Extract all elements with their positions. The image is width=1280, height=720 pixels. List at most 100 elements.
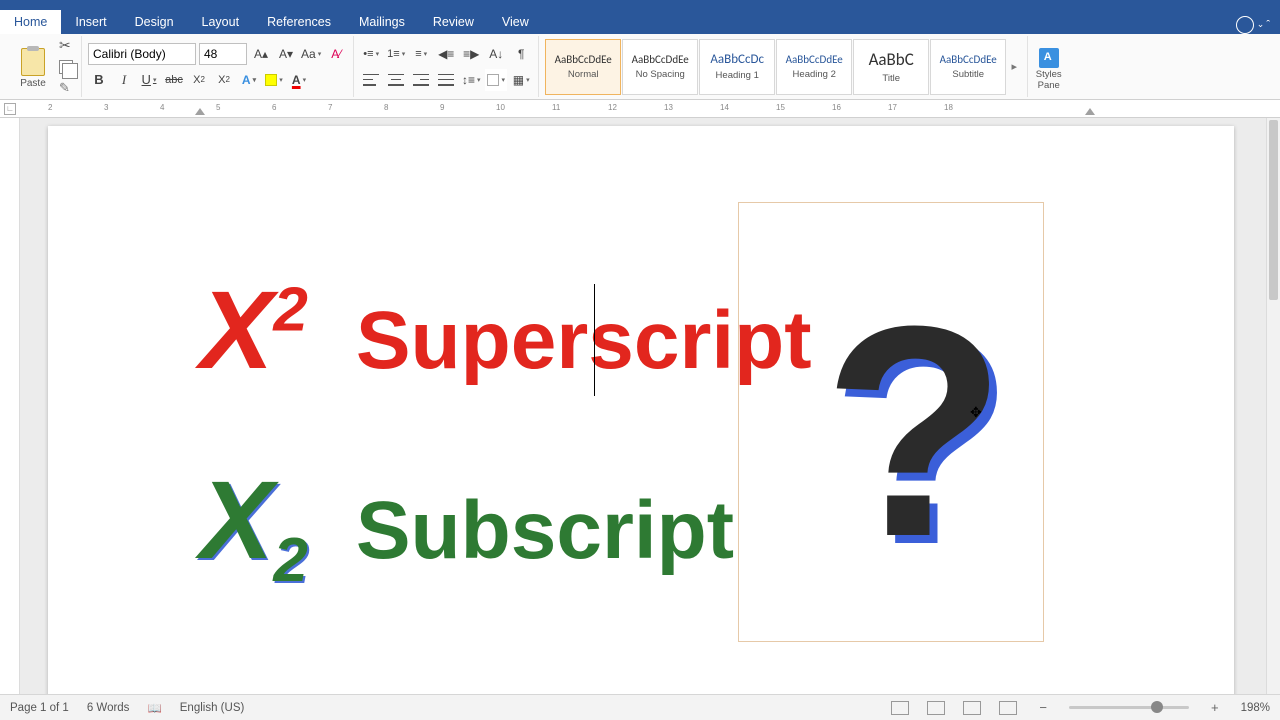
ruler-tick: 2 <box>48 103 52 112</box>
superscript-label: Superscript <box>356 294 812 388</box>
tab-references[interactable]: References <box>253 10 345 34</box>
tab-review[interactable]: Review <box>419 10 488 34</box>
paste-label: Paste <box>20 78 46 89</box>
zoom-level[interactable]: 198% <box>1241 702 1270 714</box>
tab-design[interactable]: Design <box>121 10 188 34</box>
shading-button[interactable] <box>485 69 507 91</box>
styles-pane-button[interactable]: Styles Pane <box>1027 36 1069 97</box>
x-subscript-sample: X2 <box>200 466 308 592</box>
vertical-ruler[interactable] <box>0 118 20 694</box>
group-clipboard: Paste ✂ ✎ <box>6 36 82 97</box>
styles-pane-icon <box>1039 48 1059 68</box>
clear-formatting-button[interactable]: A⁄ <box>325 43 347 65</box>
tab-insert[interactable]: Insert <box>61 10 120 34</box>
style-normal[interactable]: AaBbCcDdEeNormal <box>545 39 621 95</box>
ruler-tick: 14 <box>720 103 729 112</box>
ruler-tick: 5 <box>216 103 220 112</box>
grow-font-button[interactable]: A▴ <box>250 43 272 65</box>
highlight-button[interactable] <box>263 69 285 91</box>
clipboard-icon <box>21 48 45 76</box>
style-heading-2[interactable]: AaBbCcDdEeHeading 2 <box>776 39 852 95</box>
borders-button[interactable]: ▦ <box>510 69 532 91</box>
scrollbar-thumb[interactable] <box>1269 120 1278 300</box>
shrink-font-button[interactable]: A▾ <box>275 43 297 65</box>
zoom-slider-thumb[interactable] <box>1151 701 1163 713</box>
styles-more-button[interactable]: ▸ <box>1007 60 1021 73</box>
text-effects-button[interactable]: A <box>238 69 260 91</box>
move-cursor-icon: ✥ <box>970 404 982 421</box>
multilevel-button[interactable]: ≡ <box>410 43 432 65</box>
sort-button[interactable]: A↓ <box>485 43 507 65</box>
feedback-icon[interactable] <box>1236 16 1254 34</box>
group-font: A▴ A▾ Aa A⁄ B I U abc X2 X2 A A <box>82 36 354 97</box>
copy-icon[interactable] <box>59 60 73 74</box>
bold-button[interactable]: B <box>88 69 110 91</box>
italic-button[interactable]: I <box>113 69 135 91</box>
cut-icon[interactable]: ✂ <box>59 37 73 54</box>
format-painter-icon[interactable]: ✎ <box>59 80 73 96</box>
justify-button[interactable] <box>435 69 457 91</box>
strikethrough-button[interactable]: abc <box>163 69 185 91</box>
increase-indent-button[interactable]: ≡▶ <box>460 43 482 65</box>
align-center-button[interactable] <box>385 69 407 91</box>
ruler-tick: 3 <box>104 103 108 112</box>
font-color-button[interactable]: A <box>288 69 310 91</box>
paste-button[interactable]: Paste <box>12 44 54 89</box>
ruler-tick: 6 <box>272 103 276 112</box>
status-page[interactable]: Page 1 of 1 <box>10 702 69 714</box>
line-superscript: X2 Superscript <box>200 276 812 388</box>
question-mark-graphic[interactable]: ? <box>823 304 1006 559</box>
ruler-tick: 9 <box>440 103 444 112</box>
ruler-tick: 7 <box>328 103 332 112</box>
superscript-button[interactable]: X2 <box>213 69 235 91</box>
underline-button[interactable]: U <box>138 69 160 91</box>
ruler-tick: 11 <box>552 103 560 112</box>
status-language[interactable]: English (US) <box>180 702 245 714</box>
text-cursor <box>594 284 595 396</box>
left-indent-marker[interactable] <box>195 108 205 115</box>
print-layout-view-icon[interactable] <box>891 701 909 715</box>
horizontal-ruler[interactable]: ∟ 23456789101112131415161718 <box>0 100 1280 118</box>
status-bar: Page 1 of 1 6 Words 📖 English (US) − + 1… <box>0 694 1280 720</box>
status-words[interactable]: 6 Words <box>87 702 130 714</box>
ruler-tick: 8 <box>384 103 388 112</box>
line-subscript: X2 Subscript <box>200 466 734 592</box>
bullets-button[interactable]: •≡ <box>360 43 382 65</box>
numbering-button[interactable]: 1≡ <box>385 43 407 65</box>
title-bar <box>0 0 1280 8</box>
outline-view-icon[interactable] <box>963 701 981 715</box>
document-page[interactable]: X2 Superscript X2 Subscript ? ✥ <box>48 126 1234 694</box>
decrease-indent-button[interactable]: ◀≡ <box>435 43 457 65</box>
style-title[interactable]: AaBbCTitle <box>853 39 929 95</box>
style-no-spacing[interactable]: AaBbCcDdEeNo Spacing <box>622 39 698 95</box>
vertical-scrollbar[interactable] <box>1266 118 1280 694</box>
zoom-out-button[interactable]: − <box>1035 700 1051 715</box>
font-name-combo[interactable] <box>88 43 196 65</box>
ribbon-tabs: Home Insert Design Layout References Mai… <box>0 8 1280 34</box>
tab-home[interactable]: Home <box>0 10 61 34</box>
ruler-tick: 17 <box>888 103 897 112</box>
spellcheck-icon[interactable]: 📖 <box>147 701 161 715</box>
ruler-tick: 10 <box>496 103 505 112</box>
line-spacing-button[interactable]: ↕≡ <box>460 69 482 91</box>
tab-view[interactable]: View <box>488 10 543 34</box>
tab-layout[interactable]: Layout <box>188 10 254 34</box>
zoom-in-button[interactable]: + <box>1207 700 1223 715</box>
draft-view-icon[interactable] <box>999 701 1017 715</box>
font-size-combo[interactable] <box>199 43 247 65</box>
ruler-tick: 16 <box>832 103 841 112</box>
change-case-button[interactable]: Aa <box>300 43 322 65</box>
subscript-button[interactable]: X2 <box>188 69 210 91</box>
zoom-slider[interactable] <box>1069 706 1189 709</box>
style-subtitle[interactable]: AaBbCcDdEeSubtitle <box>930 39 1006 95</box>
paragraph-marks-button[interactable]: ¶ <box>510 43 532 65</box>
style-heading-1[interactable]: AaBbCcDcHeading 1 <box>699 39 775 95</box>
align-left-button[interactable] <box>360 69 382 91</box>
collapse-ribbon-icon[interactable]: ˆ <box>1266 19 1270 31</box>
align-right-button[interactable] <box>410 69 432 91</box>
tab-selector[interactable]: ∟ <box>4 103 16 115</box>
right-indent-marker[interactable] <box>1085 108 1095 115</box>
web-layout-view-icon[interactable] <box>927 701 945 715</box>
tab-mailings[interactable]: Mailings <box>345 10 419 34</box>
ruler-tick: 4 <box>160 103 164 112</box>
